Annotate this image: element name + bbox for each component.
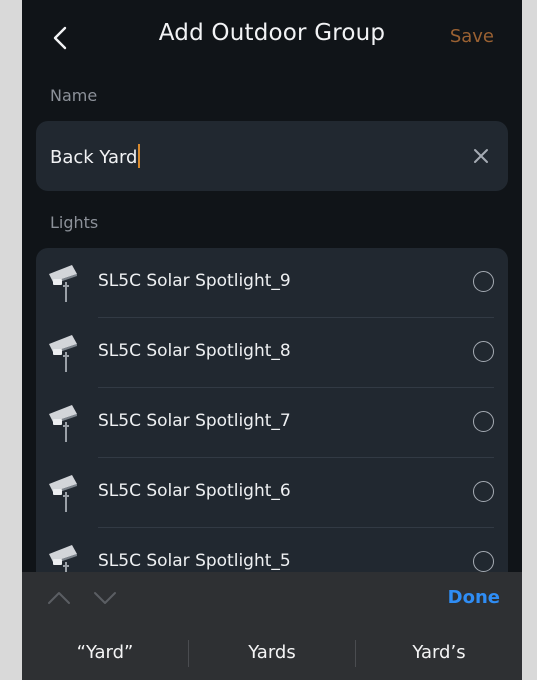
light-item[interactable]: SL5C Solar Spotlight_6 <box>36 458 508 528</box>
select-radio[interactable] <box>473 481 494 502</box>
group-name-value: Back Yard <box>50 147 138 168</box>
keyboard-accessory-bar: Done <box>22 572 522 626</box>
text-caret <box>138 144 141 168</box>
app-screen: Add Outdoor Group Save Name Back Yard Li… <box>22 0 522 680</box>
done-button[interactable]: Done <box>448 587 500 608</box>
select-radio[interactable] <box>473 551 494 572</box>
light-item[interactable]: SL5C Solar Spotlight_7 <box>36 388 508 458</box>
next-field-button[interactable] <box>92 589 118 607</box>
group-name-field[interactable]: Back Yard <box>36 121 508 191</box>
close-icon <box>474 149 488 163</box>
page-title: Add Outdoor Group <box>158 20 386 46</box>
lights-section-label: Lights <box>50 213 99 232</box>
solar-spotlight-icon <box>49 335 77 372</box>
select-radio[interactable] <box>473 271 494 292</box>
solar-spotlight-icon <box>49 405 77 442</box>
select-radio[interactable] <box>473 411 494 432</box>
group-name-input[interactable]: Back Yard <box>50 144 141 168</box>
light-name: SL5C Solar Spotlight_5 <box>98 551 291 571</box>
light-name: SL5C Solar Spotlight_8 <box>98 341 291 361</box>
suggestion-item[interactable]: Yard’s <box>356 626 522 680</box>
suggestion-item[interactable]: Yards <box>189 626 355 680</box>
name-section-label: Name <box>50 86 98 105</box>
light-name: SL5C Solar Spotlight_7 <box>98 411 291 431</box>
chevron-down-icon <box>94 592 116 604</box>
suggestion-item[interactable]: “Yard” <box>22 626 188 680</box>
previous-field-button[interactable] <box>46 589 72 607</box>
light-name: SL5C Solar Spotlight_6 <box>98 481 291 501</box>
solar-spotlight-icon <box>49 475 77 512</box>
keyboard-suggestions: “Yard” Yards Yard’s <box>22 626 522 680</box>
light-item[interactable]: SL5C Solar Spotlight_8 <box>36 318 508 388</box>
light-item[interactable]: SL5C Solar Spotlight_9 <box>36 248 508 318</box>
nav-header: Add Outdoor Group Save <box>22 0 522 74</box>
light-name: SL5C Solar Spotlight_9 <box>98 271 291 291</box>
chevron-up-icon <box>48 592 70 604</box>
clear-button[interactable] <box>472 147 490 165</box>
save-button[interactable]: Save <box>450 26 494 47</box>
select-radio[interactable] <box>473 341 494 362</box>
solar-spotlight-icon <box>49 265 77 302</box>
